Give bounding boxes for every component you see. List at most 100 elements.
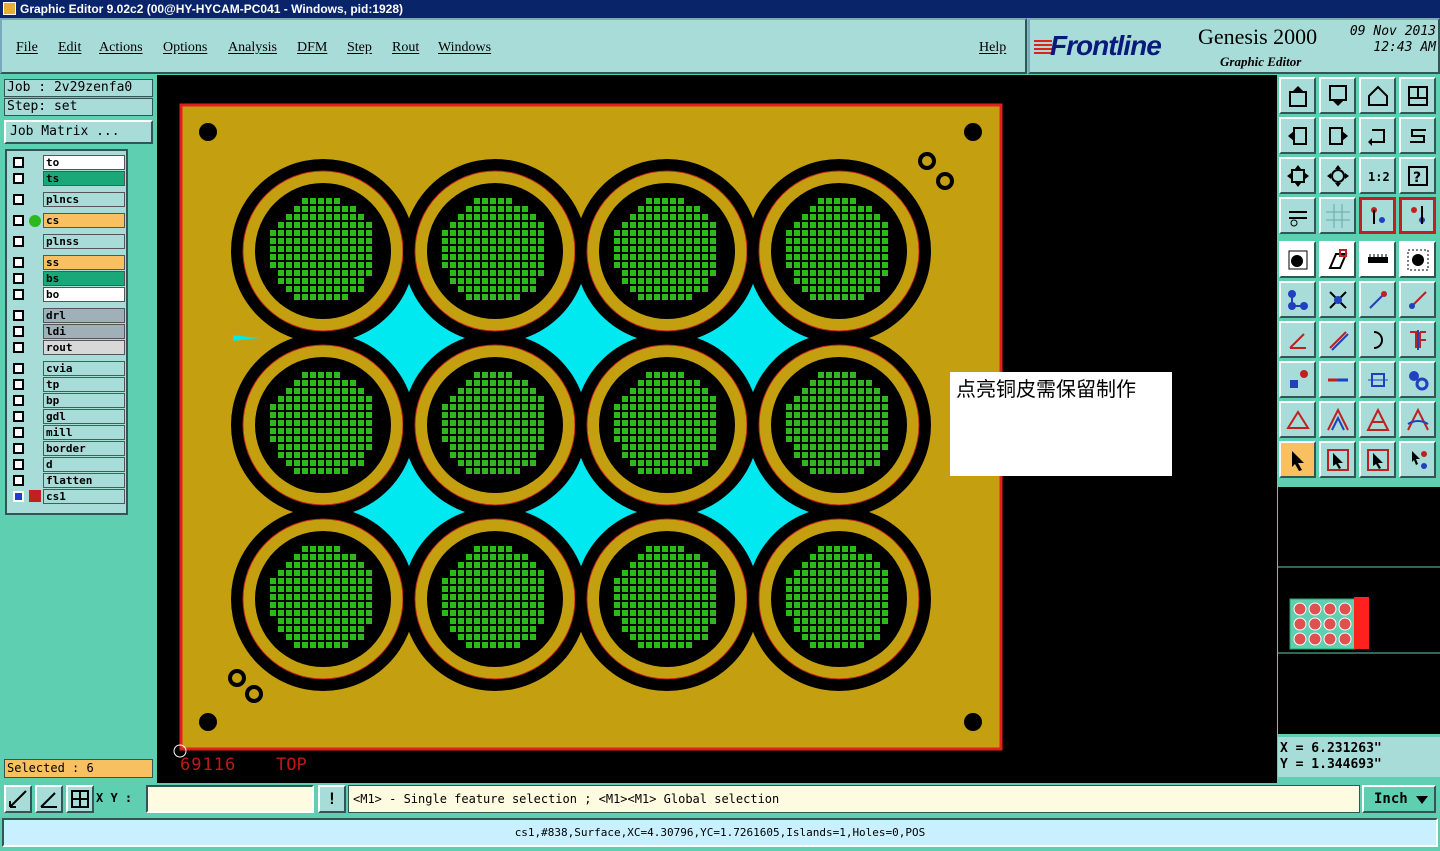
layer-row-bo[interactable]: bo bbox=[9, 287, 127, 302]
tool-button-10[interactable] bbox=[1319, 157, 1356, 194]
menu-step[interactable]: Step bbox=[347, 40, 372, 56]
layer-row-border[interactable]: border bbox=[9, 441, 127, 456]
tool-button-3[interactable] bbox=[1359, 77, 1396, 114]
layer-row-cs[interactable]: cs bbox=[9, 213, 127, 228]
menu-actions[interactable]: Actions bbox=[99, 40, 143, 56]
layer-checkbox[interactable] bbox=[13, 289, 24, 300]
tool-button-15[interactable] bbox=[1359, 197, 1396, 234]
layer-row-plnss[interactable]: plnss bbox=[9, 234, 127, 249]
tool-button-35[interactable] bbox=[1359, 401, 1396, 438]
menu-rout[interactable]: Rout bbox=[392, 40, 419, 56]
layer-checkbox[interactable] bbox=[13, 475, 24, 486]
tool-button-27[interactable] bbox=[1359, 321, 1396, 358]
tool-button-7[interactable] bbox=[1359, 117, 1396, 154]
layer-checkbox[interactable] bbox=[13, 236, 24, 247]
layer-checkbox[interactable] bbox=[13, 173, 24, 184]
tool-button-22[interactable] bbox=[1319, 281, 1356, 318]
layer-row-rout[interactable]: rout bbox=[9, 340, 127, 355]
minimap-view[interactable] bbox=[1278, 487, 1440, 735]
layer-checkbox[interactable] bbox=[13, 491, 24, 502]
layer-row-d[interactable]: d bbox=[9, 457, 127, 472]
tool-button-2[interactable] bbox=[1319, 77, 1356, 114]
tool-button-38[interactable] bbox=[1319, 441, 1356, 478]
layer-row-cvia[interactable]: cvia bbox=[9, 361, 127, 376]
layer-checkbox[interactable] bbox=[13, 326, 24, 337]
layer-checkbox[interactable] bbox=[13, 379, 24, 390]
menu-windows[interactable]: Windows bbox=[438, 40, 491, 56]
menu-dfm[interactable]: DFM bbox=[297, 40, 327, 56]
layer-checkbox[interactable] bbox=[13, 459, 24, 470]
menu-options[interactable]: Options bbox=[163, 40, 207, 56]
tool-button-33[interactable] bbox=[1279, 401, 1316, 438]
tool-button-1[interactable] bbox=[1279, 77, 1316, 114]
minimap[interactable] bbox=[1278, 486, 1440, 734]
layer-row-mill[interactable]: mill bbox=[9, 425, 127, 440]
zoom-box-button[interactable] bbox=[4, 785, 32, 813]
tool-button-25[interactable] bbox=[1279, 321, 1316, 358]
layer-checkbox[interactable] bbox=[13, 411, 24, 422]
tool-button-16[interactable] bbox=[1399, 197, 1436, 234]
menu-edit[interactable]: Edit bbox=[58, 40, 81, 56]
job-matrix-button[interactable]: Job Matrix ... bbox=[4, 120, 153, 144]
layer-row-bp[interactable]: bp bbox=[9, 393, 127, 408]
tool-button-19[interactable] bbox=[1359, 241, 1396, 278]
tool-button-39[interactable] bbox=[1359, 441, 1396, 478]
layer-checkbox[interactable] bbox=[13, 395, 24, 406]
layer-row-to[interactable]: to bbox=[9, 155, 127, 170]
tool-button-17[interactable] bbox=[1279, 241, 1316, 278]
tool-button-36[interactable] bbox=[1399, 401, 1436, 438]
tool-button-13[interactable] bbox=[1279, 197, 1316, 234]
layer-row-cs1[interactable]: cs1 bbox=[9, 489, 127, 504]
layer-row-bs[interactable]: bs bbox=[9, 271, 127, 286]
layer-row-plncs[interactable]: plncs bbox=[9, 192, 127, 207]
tool-button-8[interactable] bbox=[1399, 117, 1436, 154]
xy-input[interactable] bbox=[146, 785, 314, 813]
layer-checkbox[interactable] bbox=[13, 215, 24, 226]
execute-button[interactable]: ! bbox=[318, 785, 346, 813]
layer-checkbox[interactable] bbox=[13, 257, 24, 268]
layer-checkbox[interactable] bbox=[13, 342, 24, 353]
grid-cell bbox=[466, 380, 472, 386]
tool-button-4[interactable] bbox=[1399, 77, 1436, 114]
tool-button-37[interactable] bbox=[1279, 441, 1316, 478]
layer-checkbox[interactable] bbox=[13, 157, 24, 168]
snap-grid-button[interactable] bbox=[66, 785, 94, 813]
tool-button-26[interactable] bbox=[1319, 321, 1356, 358]
layer-row-ldi[interactable]: ldi bbox=[9, 324, 127, 339]
tool-button-11[interactable]: 1:2 bbox=[1359, 157, 1396, 194]
tool-button-12[interactable]: ? bbox=[1399, 157, 1436, 194]
tool-button-6[interactable] bbox=[1319, 117, 1356, 154]
layer-row-drl[interactable]: drl bbox=[9, 308, 127, 323]
tool-button-24[interactable] bbox=[1399, 281, 1436, 318]
layer-checkbox[interactable] bbox=[13, 363, 24, 374]
tool-button-28[interactable] bbox=[1399, 321, 1436, 358]
tool-button-18[interactable] bbox=[1319, 241, 1356, 278]
layer-checkbox[interactable] bbox=[13, 194, 24, 205]
tool-button-30[interactable] bbox=[1319, 361, 1356, 398]
layer-row-tp[interactable]: tp bbox=[9, 377, 127, 392]
tool-button-9[interactable] bbox=[1279, 157, 1316, 194]
menu-help[interactable]: Help bbox=[979, 40, 1006, 56]
measure-button[interactable] bbox=[35, 785, 63, 813]
tool-button-14[interactable] bbox=[1319, 197, 1356, 234]
layer-row-flatten[interactable]: flatten bbox=[9, 473, 127, 488]
layer-checkbox[interactable] bbox=[13, 427, 24, 438]
menu-analysis[interactable]: Analysis bbox=[228, 40, 277, 56]
layer-checkbox[interactable] bbox=[13, 310, 24, 321]
tool-button-29[interactable] bbox=[1279, 361, 1316, 398]
layer-row-ts[interactable]: ts bbox=[9, 171, 127, 186]
tool-button-31[interactable] bbox=[1359, 361, 1396, 398]
menu-file[interactable]: File bbox=[16, 40, 38, 56]
tool-button-5[interactable] bbox=[1279, 117, 1316, 154]
tool-button-34[interactable] bbox=[1319, 401, 1356, 438]
layer-checkbox[interactable] bbox=[13, 273, 24, 284]
units-select[interactable]: Inch bbox=[1362, 785, 1436, 813]
tool-button-20[interactable] bbox=[1399, 241, 1436, 278]
tool-button-21[interactable] bbox=[1279, 281, 1316, 318]
layer-checkbox[interactable] bbox=[13, 443, 24, 454]
layer-row-gdl[interactable]: gdl bbox=[9, 409, 127, 424]
layer-row-ss[interactable]: ss bbox=[9, 255, 127, 270]
tool-button-23[interactable] bbox=[1359, 281, 1396, 318]
tool-button-40[interactable] bbox=[1399, 441, 1436, 478]
tool-button-32[interactable] bbox=[1399, 361, 1436, 398]
